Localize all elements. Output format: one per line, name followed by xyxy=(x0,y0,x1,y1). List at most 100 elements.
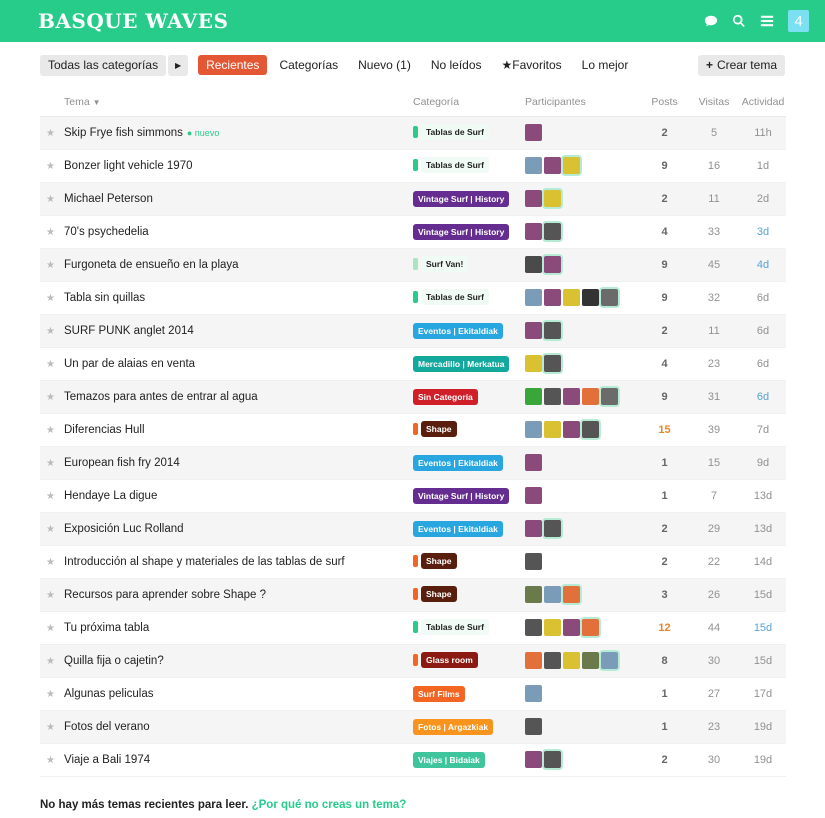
star-icon[interactable]: ★ xyxy=(46,227,60,238)
activity-time[interactable]: 6d xyxy=(757,292,769,304)
menu-icon[interactable] xyxy=(760,14,774,28)
avatar[interactable] xyxy=(582,289,599,306)
post-count[interactable]: 1 xyxy=(661,490,667,502)
activity-time[interactable]: 19d xyxy=(754,721,772,733)
avatar[interactable] xyxy=(525,223,542,240)
avatar[interactable] xyxy=(525,487,542,504)
star-icon[interactable]: ★ xyxy=(46,755,60,766)
avatar[interactable] xyxy=(525,553,542,570)
topic-row[interactable]: ★ Diferencias Hull Shape 15 39 7d xyxy=(40,413,786,447)
topic-title-link[interactable]: Exposición Luc Rolland xyxy=(64,523,184,535)
topic-row[interactable]: ★ Recursos para aprender sobre Shape ? Sh… xyxy=(40,578,786,612)
avatar[interactable] xyxy=(525,388,542,405)
topic-row[interactable]: ★ Hendaye La digue Vintage Surf | History… xyxy=(40,479,786,513)
post-count[interactable]: 2 xyxy=(661,523,667,535)
star-icon[interactable]: ★ xyxy=(46,656,60,667)
category-badge[interactable]: Shape xyxy=(421,421,457,437)
activity-time[interactable]: 2d xyxy=(757,193,769,205)
topic-title-link[interactable]: Furgoneta de ensueño en la playa xyxy=(64,259,239,271)
avatar[interactable] xyxy=(601,289,618,306)
topic-title-link[interactable]: Quilla fija o cajetin? xyxy=(64,655,164,667)
topic-row[interactable]: ★ Exposición Luc Rolland Eventos | Ekital… xyxy=(40,512,786,546)
star-icon[interactable]: ★ xyxy=(46,392,60,403)
topic-row[interactable]: ★ Algunas peliculas Surf Films 1 27 17d xyxy=(40,677,786,711)
category-badge[interactable]: Mercadillo | Merkatua xyxy=(413,355,510,372)
avatar[interactable] xyxy=(563,652,580,669)
avatar[interactable] xyxy=(544,388,561,405)
topic-title-link[interactable]: Recursos para aprender sobre Shape ? xyxy=(64,589,266,601)
avatar[interactable] xyxy=(525,190,542,207)
topic-title-link[interactable]: Algunas peliculas xyxy=(64,688,154,700)
nav-tab-2[interactable]: Nuevo (1) xyxy=(350,55,419,75)
avatar[interactable] xyxy=(563,619,580,636)
avatar[interactable] xyxy=(544,586,561,603)
star-icon[interactable]: ★ xyxy=(46,425,60,436)
category-badge[interactable]: Viajes | Bidaiak xyxy=(413,751,485,768)
topic-row[interactable]: ★ Tabla sin quillas Tablas de Surf 9 32 6… xyxy=(40,281,786,315)
category-badge[interactable]: Tablas de Surf xyxy=(421,289,489,305)
avatar[interactable] xyxy=(563,388,580,405)
avatar[interactable] xyxy=(582,652,599,669)
activity-time[interactable]: 13d xyxy=(754,523,772,535)
post-count[interactable]: 3 xyxy=(661,589,667,601)
category-badge[interactable]: Tablas de Surf xyxy=(421,619,489,635)
avatar[interactable] xyxy=(525,124,542,141)
post-count[interactable]: 12 xyxy=(658,622,670,634)
avatar[interactable] xyxy=(525,751,542,768)
topic-row[interactable]: ★ Bonzer light vehicle 1970 Tablas de Sur… xyxy=(40,149,786,183)
category-badge[interactable]: Shape xyxy=(421,586,457,602)
star-icon[interactable]: ★ xyxy=(46,491,60,502)
post-count[interactable]: 1 xyxy=(661,457,667,469)
post-count[interactable]: 1 xyxy=(661,688,667,700)
topic-title-link[interactable]: Diferencias Hull xyxy=(64,424,145,436)
topic-title-link[interactable]: Temazos para antes de entrar al agua xyxy=(64,391,258,403)
avatar[interactable] xyxy=(544,751,561,768)
star-icon[interactable]: ★ xyxy=(46,590,60,601)
post-count[interactable]: 9 xyxy=(661,292,667,304)
star-icon[interactable]: ★ xyxy=(46,722,60,733)
activity-time[interactable]: 11h xyxy=(754,127,772,139)
avatar[interactable] xyxy=(525,619,542,636)
topic-row[interactable]: ★ Temazos para antes de entrar al agua Si… xyxy=(40,380,786,414)
activity-time[interactable]: 15d xyxy=(754,589,772,601)
topic-row[interactable]: ★ European fish fry 2014 Eventos | Ekital… xyxy=(40,446,786,480)
avatar[interactable] xyxy=(582,619,599,636)
star-icon[interactable]: ★ xyxy=(46,524,60,535)
category-badge[interactable]: Vintage Surf | History xyxy=(413,190,510,207)
star-icon[interactable]: ★ xyxy=(46,128,60,139)
topic-title-link[interactable]: SURF PUNK anglet 2014 xyxy=(64,325,194,337)
topic-title-link[interactable]: Un par de alaias en venta xyxy=(64,358,195,370)
topic-title-link[interactable]: Fotos del verano xyxy=(64,721,150,733)
activity-time[interactable]: 13d xyxy=(754,490,772,502)
search-icon[interactable] xyxy=(732,14,746,28)
topic-title-link[interactable]: Tu próxima tabla xyxy=(64,622,149,634)
activity-time[interactable]: 6d xyxy=(757,358,769,370)
avatar[interactable] xyxy=(525,355,542,372)
avatar[interactable] xyxy=(525,718,542,735)
avatar[interactable] xyxy=(563,421,580,438)
topic-title-link[interactable]: Michael Peterson xyxy=(64,193,153,205)
category-badge[interactable]: Vintage Surf | History xyxy=(413,487,510,504)
post-count[interactable]: 2 xyxy=(661,754,667,766)
avatar[interactable] xyxy=(525,256,542,273)
category-badge[interactable]: Surf Van! xyxy=(421,256,469,272)
category-badge[interactable]: Glass room xyxy=(421,652,478,668)
avatar[interactable] xyxy=(525,157,542,174)
activity-time[interactable]: 1d xyxy=(757,160,769,172)
topic-row[interactable]: ★ Tu próxima tabla Tablas de Surf 12 44 1… xyxy=(40,611,786,645)
avatar[interactable] xyxy=(601,652,618,669)
avatar[interactable] xyxy=(544,322,561,339)
post-count[interactable]: 2 xyxy=(661,556,667,568)
avatar[interactable] xyxy=(544,421,561,438)
activity-time[interactable]: 15d xyxy=(754,655,772,667)
category-badge[interactable]: Tablas de Surf xyxy=(421,124,489,140)
avatar[interactable] xyxy=(563,157,580,174)
category-badge[interactable]: Surf Films xyxy=(413,685,465,702)
create-topic-button[interactable]: + Crear tema xyxy=(697,54,785,76)
category-badge[interactable]: Eventos | Ekitaldiak xyxy=(413,322,503,339)
notification-count-badge[interactable]: 4 xyxy=(788,10,809,32)
category-badge[interactable]: Eventos | Ekitaldiak xyxy=(413,520,503,537)
activity-time[interactable]: 14d xyxy=(754,556,772,568)
post-count[interactable]: 2 xyxy=(661,325,667,337)
star-icon[interactable]: ★ xyxy=(46,161,60,172)
